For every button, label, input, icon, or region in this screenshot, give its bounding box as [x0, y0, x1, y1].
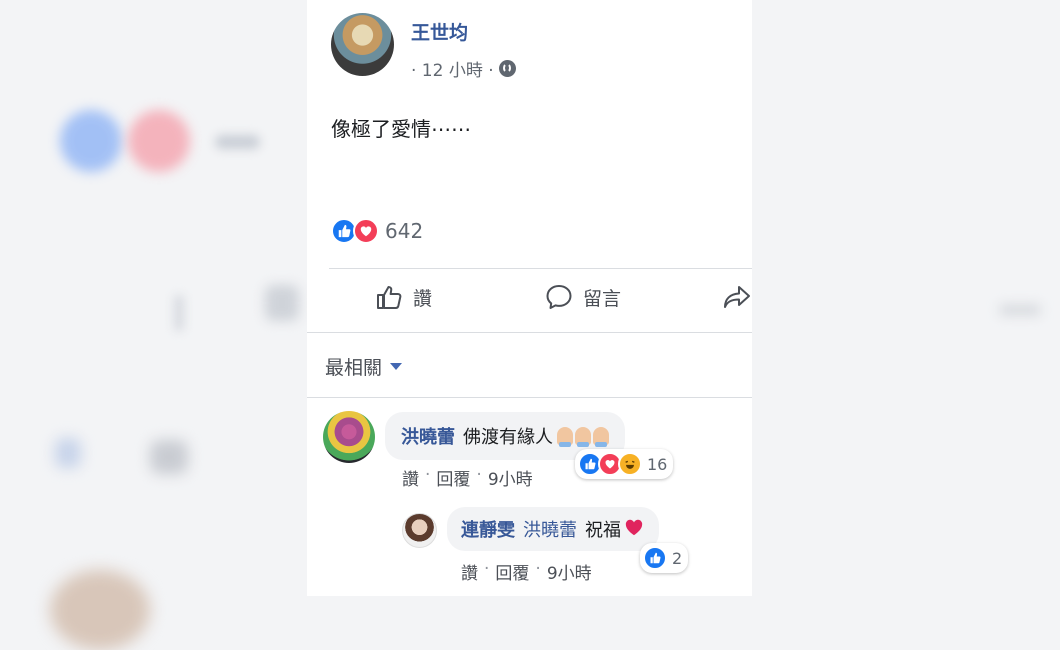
comment-reaction-count: 16	[647, 454, 668, 474]
comment-sort-dropdown[interactable]: 最相關	[325, 353, 403, 380]
separator-dot: ·	[535, 559, 541, 579]
blurred-shape	[265, 285, 299, 321]
post-card: 王世均 · 12 小時 · 像極了愛情⋯⋯ 642 讚 留言 最相關 洪曉蕾 佛…	[307, 0, 752, 596]
separator-dot: ·	[476, 465, 482, 485]
comment-bubble-icon	[546, 285, 572, 309]
divider	[307, 332, 752, 333]
blurred-text	[215, 135, 260, 149]
divider	[329, 268, 752, 269]
thumbs-up-icon	[377, 286, 402, 309]
comment-reply-link[interactable]: 回覆	[436, 465, 470, 490]
commenter-name[interactable]: 洪曉蕾	[401, 423, 455, 449]
reaction-count: 642	[385, 219, 424, 243]
comment-button[interactable]: 留言	[545, 283, 621, 311]
separator-dot: ·	[484, 559, 490, 579]
blurred-shape	[55, 438, 81, 468]
like-button[interactable]: 讚	[375, 283, 432, 311]
like-icon	[643, 546, 667, 570]
reaction-summary[interactable]: 642	[331, 218, 423, 244]
love-icon	[353, 218, 379, 244]
globe-icon	[498, 60, 516, 77]
comment-like-link[interactable]: 讚	[402, 465, 419, 490]
comment-text: 佛渡有緣人	[463, 427, 553, 448]
author-name[interactable]: 王世均	[411, 18, 468, 45]
like-button-label: 讚	[413, 287, 433, 310]
caret-down-icon	[390, 363, 403, 370]
comment-time[interactable]: 9小時	[547, 559, 592, 584]
divider	[307, 397, 752, 398]
blurred-shape	[50, 570, 150, 650]
separator-dot: ·	[425, 465, 431, 485]
commenter-avatar[interactable]	[402, 513, 437, 548]
comment-button-label: 留言	[583, 287, 622, 310]
blurred-like-icon	[60, 110, 122, 172]
comment-reactions[interactable]: 2	[640, 543, 689, 573]
haha-icon	[618, 452, 642, 476]
post-time[interactable]: · 12 小時 ·	[411, 56, 494, 81]
blurred-love-icon	[128, 110, 190, 172]
commenter-name[interactable]: 連靜雯	[461, 516, 515, 542]
comment-actions: 讚 · 回覆 · 9小時	[461, 559, 592, 584]
comment-like-link[interactable]: 讚	[461, 559, 478, 584]
folded-hands-icon	[593, 427, 609, 447]
comment-bubble: 連靜雯 洪曉蕾 祝福	[447, 507, 659, 551]
blurred-shape	[150, 440, 188, 474]
comment-reply-link[interactable]: 回覆	[495, 559, 529, 584]
commenter-avatar[interactable]	[323, 411, 375, 463]
post-meta: · 12 小時 ·	[411, 56, 516, 81]
comment-reactions[interactable]: 16	[575, 449, 674, 479]
mention-link[interactable]: 洪曉蕾	[523, 516, 577, 542]
comment-text: 祝福	[585, 520, 621, 541]
share-arrow-icon	[724, 286, 750, 308]
comment-time[interactable]: 9小時	[488, 465, 533, 490]
folded-hands-icon	[575, 427, 591, 447]
comment-actions: 讚 · 回覆 · 9小時	[402, 465, 533, 490]
folded-hands-emoji	[557, 427, 609, 447]
red-heart-icon	[623, 517, 645, 542]
sort-label: 最相關	[325, 357, 383, 379]
blurred-shape	[1000, 305, 1040, 315]
post-text: 像極了愛情⋯⋯	[331, 117, 471, 141]
author-avatar[interactable]	[331, 13, 394, 76]
folded-hands-icon	[557, 427, 573, 447]
comment-reaction-count: 2	[672, 548, 683, 568]
share-button[interactable]	[722, 283, 752, 311]
blurred-shape	[174, 295, 184, 331]
